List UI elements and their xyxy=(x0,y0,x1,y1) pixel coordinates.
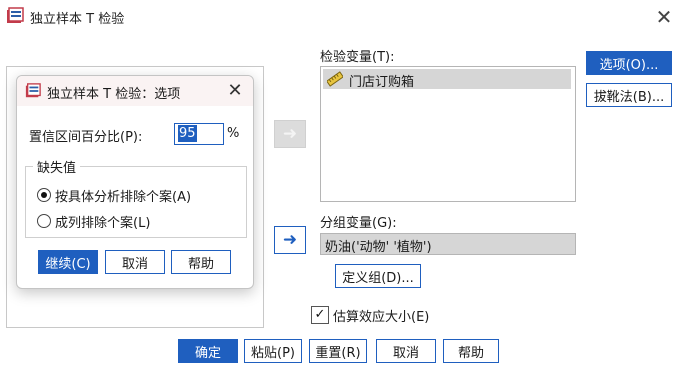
close-icon[interactable]: ✕ xyxy=(223,79,247,103)
move-test-variable-button[interactable]: ➜ xyxy=(274,120,306,148)
test-variable-name: 门店订购箱 xyxy=(349,75,415,90)
arrow-right-icon: ➜ xyxy=(282,230,298,250)
radio-exclude-analysis-label: 按具体分析排除个案(A) xyxy=(55,190,192,205)
reset-button[interactable]: 重置(R) xyxy=(309,339,367,363)
radio-exclude-listwise[interactable] xyxy=(37,214,51,228)
options-button[interactable]: 选项(O)... xyxy=(586,51,672,75)
move-grouping-variable-button[interactable]: ➜ xyxy=(274,226,306,254)
list-item[interactable]: 门店订购箱 xyxy=(323,69,571,90)
dialog-cancel-button[interactable]: 取消 xyxy=(105,250,165,274)
paste-button[interactable]: 粘贴(P) xyxy=(244,339,302,363)
radio-selected-dot xyxy=(41,192,47,198)
close-icon[interactable]: ✕ xyxy=(652,5,676,29)
grouping-variable-label: 分组变量(G): xyxy=(320,216,397,231)
arrow-right-icon: ➜ xyxy=(282,124,298,144)
dialog-title-bar: 独立样本 T 检验：选项 ✕ xyxy=(17,76,253,106)
grouping-variable-field[interactable]: 奶油('动物' '植物') xyxy=(320,233,576,255)
bootstrap-button[interactable]: 拔靴法(B)... xyxy=(586,83,672,107)
missing-values-label: 缺失值 xyxy=(33,157,81,176)
window-title: 独立样本 T 检验 xyxy=(30,12,125,27)
options-dialog: 独立样本 T 检验：选项 ✕ 置信区间百分比(P): 95 % 缺失值 按具体分… xyxy=(16,75,254,289)
app-icon xyxy=(7,7,24,23)
ruler-icon xyxy=(327,71,343,87)
ci-label: 置信区间百分比(P): xyxy=(29,130,143,145)
ci-value: 95 xyxy=(178,125,197,142)
title-bar: 独立样本 T 检验 ✕ xyxy=(0,0,680,34)
grouping-variable-value: 奶油('动物' '植物') xyxy=(325,240,432,255)
dialog-title: 独立样本 T 检验：选项 xyxy=(47,87,181,102)
app-icon xyxy=(25,83,41,98)
dialog-help-button[interactable]: 帮助 xyxy=(171,250,231,274)
effect-size-checkbox[interactable]: ✓ xyxy=(311,306,329,324)
continue-button[interactable]: 继续(C) xyxy=(38,250,98,274)
define-groups-button[interactable]: 定义组(D)... xyxy=(335,264,421,288)
test-variables-list[interactable]: 门店订购箱 xyxy=(320,66,576,202)
ci-input[interactable]: 95 xyxy=(174,123,224,145)
ok-button[interactable]: 确定 xyxy=(178,339,238,363)
test-variables-label: 检验变量(T): xyxy=(320,50,395,65)
help-button[interactable]: 帮助 xyxy=(443,339,499,363)
radio-exclude-listwise-label: 成列排除个案(L) xyxy=(55,216,151,231)
ci-unit: % xyxy=(227,126,240,141)
cancel-button[interactable]: 取消 xyxy=(376,339,436,363)
effect-size-label: 估算效应大小(E) xyxy=(333,310,430,325)
radio-exclude-analysis[interactable] xyxy=(37,188,51,202)
